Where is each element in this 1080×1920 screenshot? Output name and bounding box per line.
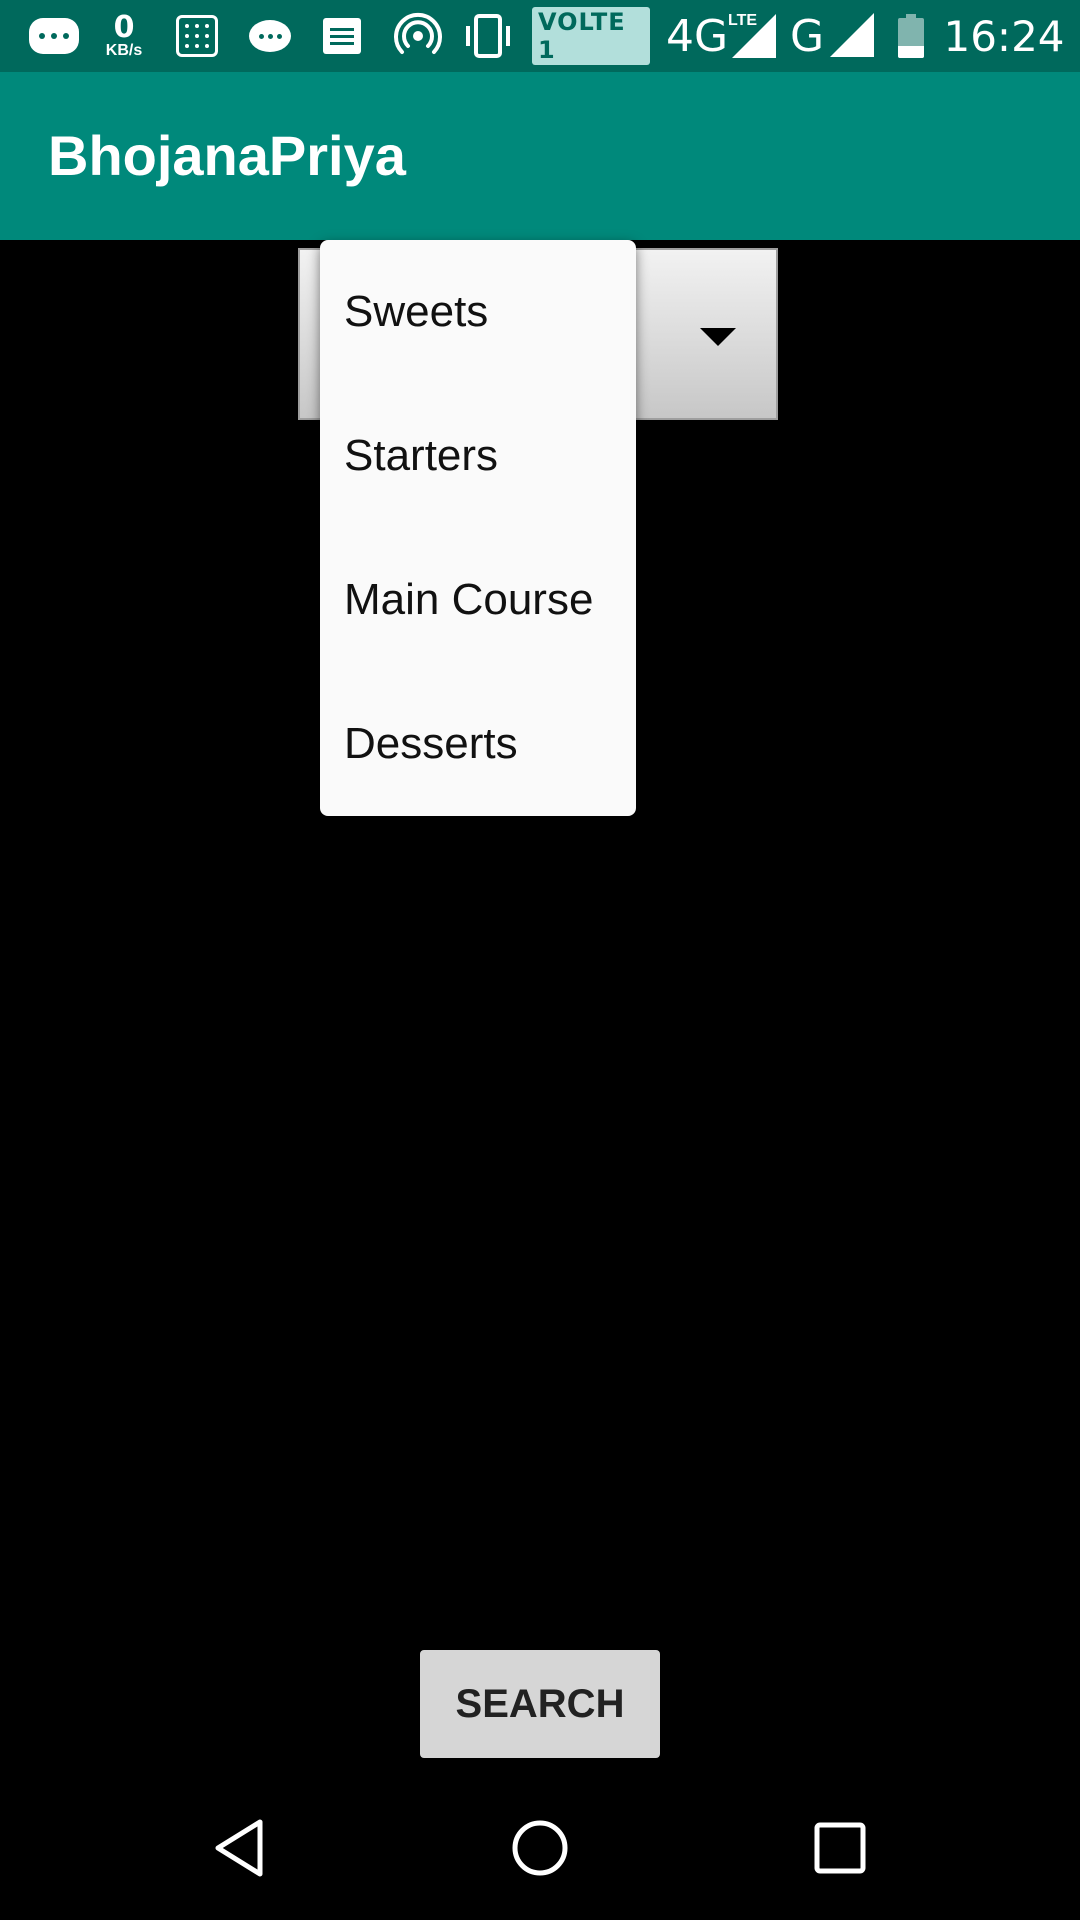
document-icon xyxy=(320,0,364,72)
dropdown-option-main-course[interactable]: Main Course xyxy=(320,528,636,672)
home-icon[interactable] xyxy=(468,1776,612,1920)
screen: 0 KB/s VOLTE 1 4G LTE G 16:24 BhojanaPri… xyxy=(0,0,1080,1920)
network-g-label: G xyxy=(790,10,825,62)
signal-4g-indicator: 4G LTE xyxy=(666,0,778,72)
volte-indicator: VOLTE 1 xyxy=(532,0,650,72)
app-title: BhojanaPriya xyxy=(48,124,406,187)
data-speed-value: 0 xyxy=(113,10,135,45)
recents-icon[interactable] xyxy=(768,1776,912,1920)
message-bubble-icon xyxy=(26,0,82,72)
clock: 16:24 xyxy=(943,0,1065,72)
hotspot-icon xyxy=(392,0,444,72)
back-icon[interactable] xyxy=(170,1776,314,1920)
calculator-icon xyxy=(172,0,222,72)
network-4g-label: 4G xyxy=(666,10,729,62)
data-speed-unit: KB/s xyxy=(105,42,143,59)
vibrate-icon xyxy=(458,0,518,72)
dropdown-arrow-icon xyxy=(700,328,736,346)
category-dropdown-menu: Sweets Starters Main Course Desserts xyxy=(320,240,636,816)
data-speed-indicator: 0 KB/s xyxy=(96,0,152,72)
search-button[interactable]: SEARCH xyxy=(420,1650,660,1758)
signal-g-indicator: G xyxy=(790,0,890,72)
dropdown-option-desserts[interactable]: Desserts xyxy=(320,672,636,816)
battery-icon xyxy=(896,0,926,72)
signal-icon xyxy=(830,13,875,57)
dropdown-option-starters[interactable]: Starters xyxy=(320,384,636,528)
signal-icon xyxy=(732,14,776,58)
navigation-bar xyxy=(0,1776,1080,1920)
dropdown-option-sweets[interactable]: Sweets xyxy=(320,240,636,384)
app-bar: BhojanaPriya xyxy=(0,72,1080,240)
status-time: 16:24 xyxy=(943,11,1065,61)
volte-label: VOLTE 1 xyxy=(532,7,650,65)
chat-icon xyxy=(246,0,294,72)
status-bar: 0 KB/s VOLTE 1 4G LTE G 16:24 xyxy=(0,0,1080,72)
